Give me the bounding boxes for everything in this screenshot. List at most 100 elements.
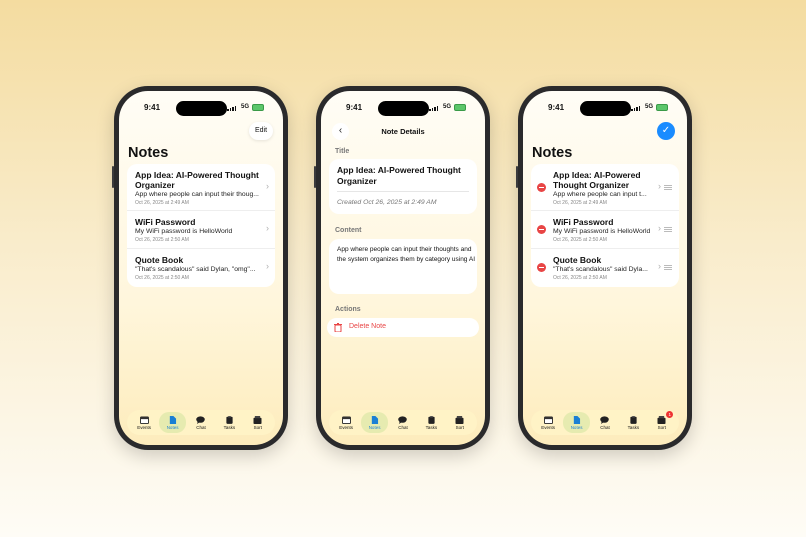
status-bar: 9:41 5G — [321, 101, 485, 116]
tab-events[interactable]: Events — [131, 412, 158, 433]
created-date: Created Oct 26, 2025 at 2:49 AM — [337, 199, 437, 206]
battery-icon — [252, 104, 264, 111]
tab-label: Tasks — [223, 424, 236, 430]
section-content-label: Content — [335, 227, 362, 234]
delete-note-button[interactable]: Delete Note — [327, 318, 479, 337]
dynamic-island — [378, 101, 429, 116]
status-time: 9:41 — [548, 103, 565, 112]
chevron-right-icon: › — [266, 223, 269, 233]
section-actions-label: Actions — [335, 306, 361, 313]
list-item[interactable]: Quote Book "That's scandalous" said Dyla… — [127, 249, 275, 287]
chevron-right-icon: › — [658, 261, 661, 271]
tab-label: Sort — [253, 424, 262, 430]
done-button[interactable]: ✓ — [657, 122, 675, 140]
phone-notes-list: 9:41 5G Edit Notes App Idea: AI-Powered … — [112, 86, 288, 450]
document-icon — [169, 415, 177, 424]
note-title-field[interactable]: App Idea: AI-Powered Thought Organizer — [337, 165, 467, 186]
drag-handle-icon[interactable] — [664, 265, 672, 270]
tab-events[interactable]: Events — [535, 412, 562, 433]
note-snippet: App where people can input t... — [553, 191, 647, 198]
note-date: Oct 26, 2025 at 2:50 AM — [135, 275, 189, 281]
chat-bubble-icon — [398, 415, 408, 424]
clipboard-icon — [630, 415, 637, 424]
signal-icon — [631, 106, 640, 111]
clipboard-icon — [226, 415, 233, 424]
delete-note-label: Delete Note — [349, 323, 386, 330]
dynamic-island — [580, 101, 631, 116]
tab-label: Notes — [570, 424, 583, 430]
divider — [337, 191, 469, 192]
delete-minus-icon[interactable] — [537, 263, 546, 272]
content-card: App where people can input their thought… — [329, 239, 477, 294]
title-card: App Idea: AI-Powered Thought Organizer C… — [329, 159, 477, 214]
tab-sort[interactable]: Sort 1 — [648, 411, 675, 433]
notification-badge: 1 — [666, 411, 674, 418]
network-label: 5G — [240, 104, 249, 110]
chevron-right-icon: › — [658, 223, 661, 233]
delete-minus-icon[interactable] — [537, 225, 546, 234]
tab-label: Chat — [600, 424, 610, 430]
edit-button[interactable]: Edit — [249, 122, 273, 140]
tab-label: Events — [541, 424, 556, 430]
list-item[interactable]: WiFi Password My WiFi password is HelloW… — [531, 211, 679, 249]
notes-list: App Idea: AI-Powered Thought Organizer A… — [531, 164, 679, 287]
calendar-icon — [139, 415, 149, 424]
note-title: WiFi Password — [135, 217, 196, 227]
tab-notes[interactable]: Notes — [159, 412, 187, 433]
inbox-tray-icon — [657, 415, 666, 424]
nav-title: Note Details — [381, 127, 425, 136]
notes-list: App Idea: AI-Powered Thought Organizer A… — [127, 164, 275, 287]
signal-icon — [227, 106, 236, 111]
status-bar: 9:41 5G — [119, 101, 283, 116]
clipboard-icon — [428, 415, 435, 424]
phone-notes-edit-mode: 9:41 5G ✓ Notes App Idea: AI-Powered Tho… — [516, 86, 692, 450]
note-title: App Idea: AI-Powered Thought Organizer — [135, 170, 259, 190]
signal-icon — [429, 106, 438, 111]
delete-minus-icon[interactable] — [537, 183, 546, 192]
inbox-tray-icon — [455, 415, 464, 424]
page-title: Notes — [128, 145, 169, 161]
tab-chat[interactable]: Chat — [591, 412, 618, 433]
note-title: WiFi Password — [553, 217, 614, 227]
tab-bar: Events Notes Chat Tasks Sort — [127, 410, 275, 435]
network-label: 5G — [442, 104, 451, 110]
tab-events[interactable]: Events — [333, 412, 360, 433]
dynamic-island — [176, 101, 227, 116]
tab-sort[interactable]: Sort — [446, 412, 473, 433]
tab-tasks[interactable]: Tasks — [216, 412, 243, 433]
tab-sort[interactable]: Sort — [244, 412, 271, 433]
tab-label: Notes — [166, 424, 179, 430]
status-time: 9:41 — [144, 103, 161, 112]
checkmark-icon: ✓ — [661, 125, 671, 136]
tab-chat[interactable]: Chat — [187, 412, 214, 433]
note-date: Oct 26, 2025 at 2:50 AM — [553, 275, 607, 281]
tab-label: Notes — [368, 424, 381, 430]
note-snippet: My WiFi password is HelloWorld — [135, 228, 233, 235]
list-item[interactable]: App Idea: AI-Powered Thought Organizer A… — [531, 164, 679, 211]
tab-bar: Events Notes Chat Tasks Sort — [329, 410, 477, 435]
tab-notes[interactable]: Notes — [563, 412, 591, 433]
screen: 9:41 5G Edit Notes App Idea: AI-Powered … — [119, 91, 283, 445]
note-snippet: "That's scandalous" said Dyla... — [553, 266, 648, 273]
trash-icon — [334, 323, 342, 332]
tab-chat[interactable]: Chat — [389, 412, 416, 433]
tab-notes[interactable]: Notes — [361, 412, 389, 433]
page-title: Notes — [532, 145, 573, 161]
tab-label: Tasks — [627, 424, 640, 430]
drag-handle-icon[interactable] — [664, 185, 672, 190]
note-content-field[interactable]: App where people can input their thought… — [337, 245, 475, 264]
tab-label: Events — [137, 424, 152, 430]
list-item[interactable]: Quote Book "That's scandalous" said Dyla… — [531, 249, 679, 287]
drag-handle-icon[interactable] — [664, 227, 672, 232]
note-date: Oct 26, 2025 at 2:49 AM — [553, 200, 607, 206]
chat-bubble-icon — [196, 415, 206, 424]
section-title-label: Title — [335, 148, 350, 155]
list-item[interactable]: WiFi Password My WiFi password is HelloW… — [127, 211, 275, 249]
status-bar: 9:41 5G — [523, 101, 687, 116]
tab-tasks[interactable]: Tasks — [418, 412, 445, 433]
battery-icon — [656, 104, 668, 111]
note-date: Oct 26, 2025 at 2:50 AM — [553, 237, 607, 243]
list-item[interactable]: App Idea: AI-Powered Thought Organizer A… — [127, 164, 275, 211]
tab-label: Sort — [455, 424, 464, 430]
tab-tasks[interactable]: Tasks — [620, 412, 647, 433]
